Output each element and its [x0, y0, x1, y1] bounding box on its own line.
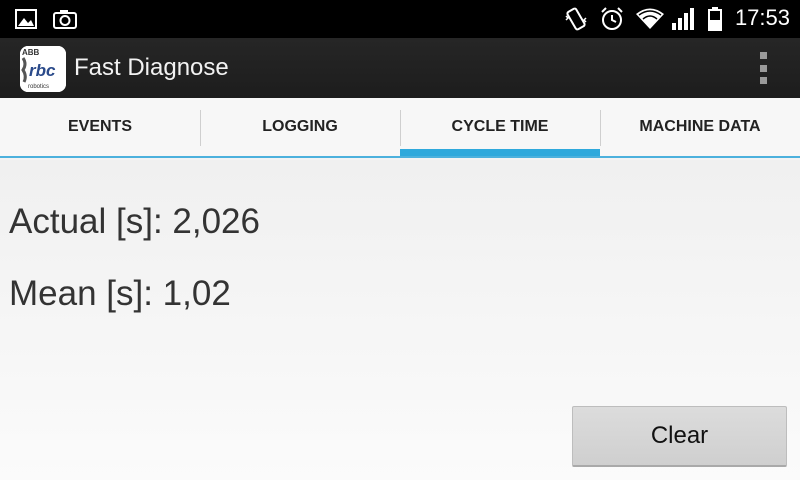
tab-machine-data[interactable]: MACHINE DATA [600, 98, 800, 156]
camera-icon [52, 7, 78, 31]
mean-cycle-time: Mean [s]: 1,02 [9, 274, 231, 313]
actual-cycle-time: Actual [s]: 2,026 [9, 202, 260, 241]
status-time: 17:53 [734, 5, 790, 30]
image-icon [14, 7, 40, 31]
app-logo-text: rbc [29, 61, 56, 80]
app-title: Fast Diagnose [74, 54, 229, 81]
cycle-time-panel: Actual [s]: 2,026 Mean [s]: 1,02 Clear [0, 160, 800, 480]
app-logo-top-text: ABB [22, 48, 40, 57]
overflow-dot [759, 52, 767, 59]
vibrate-icon [563, 6, 589, 31]
clear-button[interactable]: Clear [572, 406, 787, 467]
app-logo-bottom-text: robotics [28, 84, 49, 90]
tab-events[interactable]: EVENTS [0, 98, 200, 156]
tab-logging[interactable]: LOGGING [200, 98, 400, 156]
tab-cycle-time[interactable]: CYCLE TIME [400, 98, 600, 156]
status-bar: 17:53 [0, 0, 800, 38]
notification-icons [14, 7, 78, 31]
wifi-icon [635, 6, 664, 30]
action-bar: ABB rbc robotics Fast Diagnose [0, 38, 800, 98]
app-logo[interactable]: ABB rbc robotics [20, 46, 66, 92]
alarm-icon [599, 6, 625, 30]
system-icons: 17:53 [563, 5, 790, 31]
tab-bar: EVENTS LOGGING CYCLE TIME MACHINE DATA [0, 98, 800, 158]
overflow-dot [759, 77, 767, 84]
overflow-dot [759, 64, 767, 72]
signal-icon [671, 6, 697, 30]
overflow-menu-icon[interactable] [756, 52, 770, 84]
battery-icon [707, 6, 723, 31]
